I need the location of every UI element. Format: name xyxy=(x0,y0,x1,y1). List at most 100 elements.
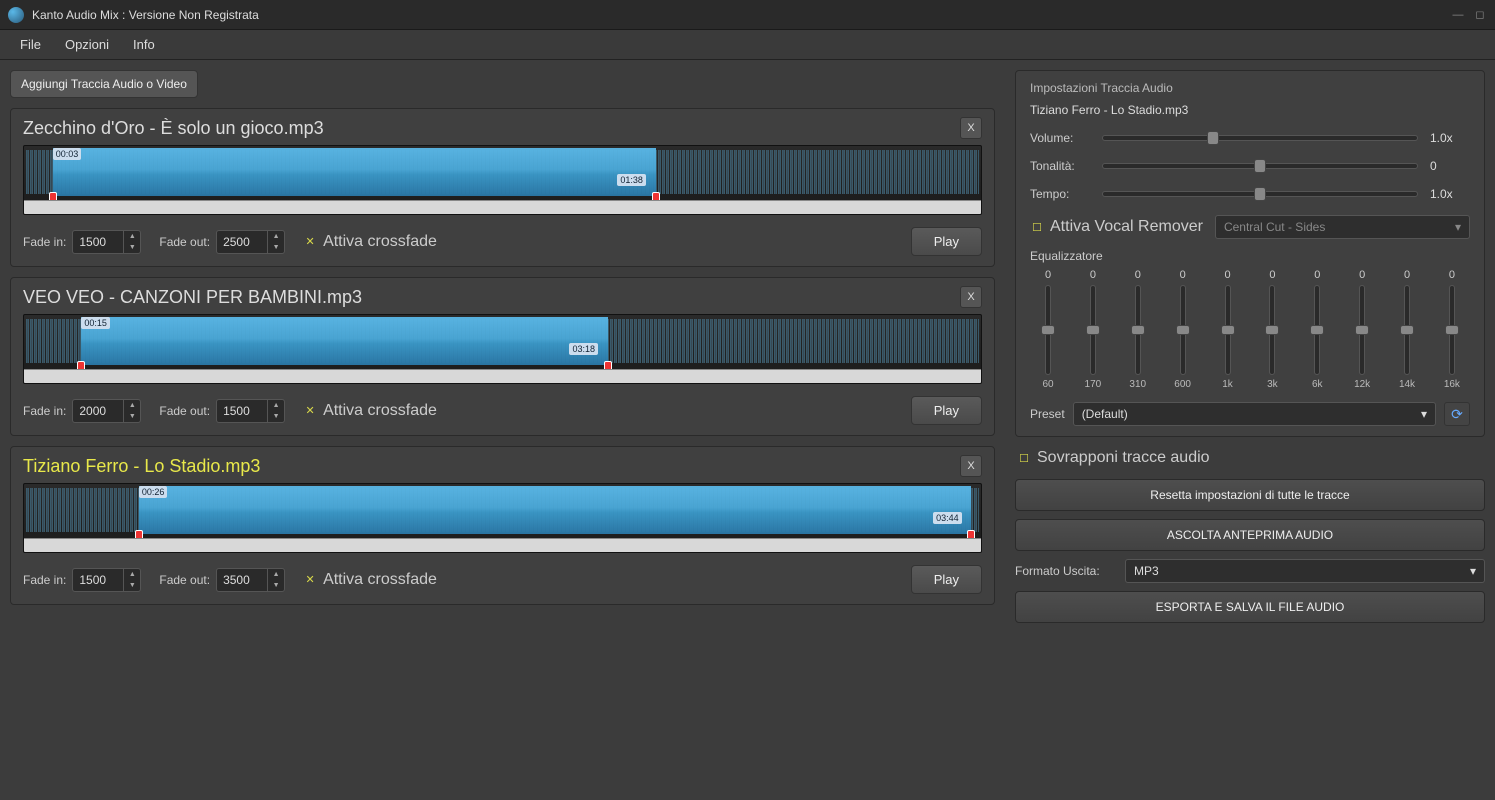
time-start-tag: 00:15 xyxy=(81,317,110,329)
eq-slider[interactable] xyxy=(1135,285,1141,375)
eq-band: 0 12k xyxy=(1344,269,1380,390)
eq-slider[interactable] xyxy=(1180,285,1186,375)
fadeout-input[interactable] xyxy=(217,231,267,253)
eq-frequency: 60 xyxy=(1042,379,1053,390)
eq-slider[interactable] xyxy=(1449,285,1455,375)
export-controls: ☐ Sovrapponi tracce audio Resetta impost… xyxy=(1015,445,1485,623)
chevron-down-icon: ▾ xyxy=(1470,564,1476,578)
spinner-down-icon[interactable]: ▼ xyxy=(124,411,140,422)
eq-slider[interactable] xyxy=(1225,285,1231,375)
spinner-up-icon[interactable]: ▲ xyxy=(268,400,284,411)
menu-options[interactable]: Opzioni xyxy=(53,33,121,56)
equalizer-bands: 0 60 0 170 0 310 0 600 0 1k 0 3k 0 6k 0 … xyxy=(1030,269,1470,390)
play-button[interactable]: Play xyxy=(911,565,982,594)
spinner-down-icon[interactable]: ▼ xyxy=(124,242,140,253)
crossfade-checkbox[interactable]: ✕ Attiva crossfade xyxy=(303,233,437,251)
waveform[interactable]: 00:15 03:18 xyxy=(23,314,982,384)
eq-band: 0 310 xyxy=(1120,269,1156,390)
fadeout-label: Fade out: xyxy=(159,404,210,418)
fadeout-spinner[interactable]: ▲▼ xyxy=(216,568,285,592)
spinner-up-icon[interactable]: ▲ xyxy=(268,569,284,580)
close-track-button[interactable]: X xyxy=(960,286,982,308)
tempo-label: Tempo: xyxy=(1030,187,1090,201)
fadeout-label: Fade out: xyxy=(159,573,210,587)
preset-label: Preset xyxy=(1030,407,1065,421)
preview-button[interactable]: ASCOLTA ANTEPRIMA AUDIO xyxy=(1015,519,1485,551)
eq-slider[interactable] xyxy=(1359,285,1365,375)
crossfade-checkbox[interactable]: ✕ Attiva crossfade xyxy=(303,402,437,420)
timeline[interactable] xyxy=(24,369,981,383)
tempo-slider[interactable] xyxy=(1102,191,1418,197)
app-icon xyxy=(8,7,24,23)
waveform[interactable]: 00:03 01:38 xyxy=(23,145,982,215)
spinner-up-icon[interactable]: ▲ xyxy=(124,400,140,411)
spinner-down-icon[interactable]: ▼ xyxy=(268,411,284,422)
close-track-button[interactable]: X xyxy=(960,117,982,139)
track: VEO VEO - CANZONI PER BAMBINI.mp3 X 00:1… xyxy=(10,277,995,436)
eq-slider[interactable] xyxy=(1090,285,1096,375)
check-icon: ✕ xyxy=(303,235,317,249)
eq-frequency: 600 xyxy=(1174,379,1191,390)
vocal-mode-select[interactable]: Central Cut - Sides ▾ xyxy=(1215,215,1470,239)
play-button[interactable]: Play xyxy=(911,396,982,425)
time-start-tag: 00:26 xyxy=(139,486,168,498)
eq-band: 0 1k xyxy=(1210,269,1246,390)
eq-slider[interactable] xyxy=(1045,285,1051,375)
volume-slider[interactable] xyxy=(1102,135,1418,141)
settings-pane: Impostazioni Traccia Audio Tiziano Ferro… xyxy=(1005,60,1495,800)
eq-value: 0 xyxy=(1135,269,1141,281)
fadeout-spinner[interactable]: ▲▼ xyxy=(216,399,285,423)
reset-button[interactable]: Resetta impostazioni di tutte le tracce xyxy=(1015,479,1485,511)
menu-file[interactable]: File xyxy=(8,33,53,56)
close-track-button[interactable]: X xyxy=(960,455,982,477)
eq-value: 0 xyxy=(1090,269,1096,281)
format-row: Formato Uscita: MP3 ▾ xyxy=(1015,559,1485,583)
track-settings-panel: Impostazioni Traccia Audio Tiziano Ferro… xyxy=(1015,70,1485,437)
fadeout-spinner[interactable]: ▲▼ xyxy=(216,230,285,254)
spinner-up-icon[interactable]: ▲ xyxy=(268,231,284,242)
eq-frequency: 14k xyxy=(1399,379,1415,390)
eq-slider[interactable] xyxy=(1314,285,1320,375)
track: Zecchino d'Oro - È solo un gioco.mp3 X 0… xyxy=(10,108,995,267)
fadein-input[interactable] xyxy=(73,400,123,422)
format-select[interactable]: MP3 ▾ xyxy=(1125,559,1485,583)
pitch-slider[interactable] xyxy=(1102,163,1418,169)
waveform[interactable]: 00:26 03:44 xyxy=(23,483,982,553)
add-track-button[interactable]: Aggiungi Traccia Audio o Video xyxy=(10,70,198,98)
timeline[interactable] xyxy=(24,200,981,214)
spinner-down-icon[interactable]: ▼ xyxy=(124,580,140,591)
tempo-row: Tempo: 1.0x xyxy=(1030,187,1470,201)
spinner-up-icon[interactable]: ▲ xyxy=(124,231,140,242)
vocal-remover-checkbox[interactable]: ☐ Attiva Vocal Remover xyxy=(1030,218,1203,236)
fadein-input[interactable] xyxy=(73,231,123,253)
fadein-spinner[interactable]: ▲▼ xyxy=(72,568,141,592)
check-icon: ✕ xyxy=(303,573,317,587)
maximize-icon[interactable]: ◻ xyxy=(1473,8,1487,22)
eq-slider[interactable] xyxy=(1269,285,1275,375)
fadeout-input[interactable] xyxy=(217,400,267,422)
volume-value: 1.0x xyxy=(1430,131,1470,145)
checkbox-icon: ☐ xyxy=(1030,220,1044,234)
menu-info[interactable]: Info xyxy=(121,33,167,56)
spinner-down-icon[interactable]: ▼ xyxy=(268,242,284,253)
tempo-value: 1.0x xyxy=(1430,187,1470,201)
crossfade-checkbox[interactable]: ✕ Attiva crossfade xyxy=(303,571,437,589)
fadein-input[interactable] xyxy=(73,569,123,591)
play-button[interactable]: Play xyxy=(911,227,982,256)
export-button[interactable]: ESPORTA E SALVA IL FILE AUDIO xyxy=(1015,591,1485,623)
fadeout-input[interactable] xyxy=(217,569,267,591)
overlap-checkbox[interactable]: ☐ Sovrapponi tracce audio xyxy=(1015,445,1485,471)
preset-select[interactable]: (Default) ▾ xyxy=(1073,402,1436,426)
minimize-icon[interactable]: — xyxy=(1451,8,1465,22)
fadein-label: Fade in: xyxy=(23,404,66,418)
refresh-preset-button[interactable]: ⟳ xyxy=(1444,402,1470,426)
fadein-spinner[interactable]: ▲▼ xyxy=(72,230,141,254)
crossfade-label: Attiva crossfade xyxy=(323,402,437,420)
timeline[interactable] xyxy=(24,538,981,552)
eq-slider[interactable] xyxy=(1404,285,1410,375)
spinner-up-icon[interactable]: ▲ xyxy=(124,569,140,580)
fadein-spinner[interactable]: ▲▼ xyxy=(72,399,141,423)
eq-value: 0 xyxy=(1449,269,1455,281)
spinner-down-icon[interactable]: ▼ xyxy=(268,580,284,591)
crossfade-label: Attiva crossfade xyxy=(323,233,437,251)
